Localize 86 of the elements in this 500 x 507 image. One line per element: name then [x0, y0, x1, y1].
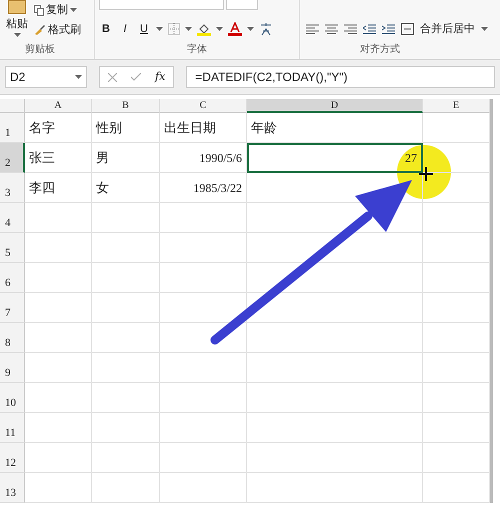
empty-cell: [423, 353, 490, 383]
table-cell: 名字: [25, 113, 92, 143]
merge-icon[interactable]: [401, 23, 414, 35]
empty-cell: [423, 383, 490, 413]
group-label: 对齐方式: [360, 42, 400, 57]
column-header[interactable]: B: [92, 99, 160, 113]
empty-cell: [423, 413, 490, 443]
row-header[interactable]: 2: [0, 143, 25, 173]
formula-field[interactable]: =DATEDIF(C2,TODAY(),"Y"): [186, 66, 495, 88]
underline-button[interactable]: U: [137, 20, 151, 38]
check-icon[interactable]: [131, 73, 141, 81]
bold-button[interactable]: B: [99, 20, 113, 38]
table-cell: 男: [92, 143, 160, 173]
empty-cell: [92, 443, 160, 473]
increase-indent-icon[interactable]: [382, 24, 395, 34]
border-icon[interactable]: [168, 23, 180, 35]
caret-icon[interactable]: [481, 27, 488, 31]
caret-icon[interactable]: [14, 32, 20, 36]
caret-icon[interactable]: [156, 27, 163, 31]
empty-cell: [423, 473, 490, 503]
table-cell: 李四: [25, 173, 92, 203]
row-header[interactable]: 10: [0, 383, 25, 413]
table-cell: 性别: [92, 113, 160, 143]
caret-icon[interactable]: [247, 27, 254, 31]
paste-button[interactable]: 粘贴: [6, 16, 28, 32]
italic-button[interactable]: I: [118, 20, 132, 38]
caret-icon[interactable]: [216, 27, 223, 31]
row-header[interactable]: 6: [0, 263, 25, 293]
decrease-indent-icon[interactable]: [363, 24, 376, 34]
table-cell: 女: [92, 173, 160, 203]
row-header[interactable]: 1: [0, 113, 25, 143]
column-header[interactable]: E: [423, 99, 490, 113]
row-header[interactable]: 9: [0, 353, 25, 383]
empty-cell: [423, 443, 490, 473]
group-label: 字体: [187, 42, 207, 57]
table-cell: 27: [247, 143, 423, 173]
caret-icon[interactable]: [185, 27, 192, 31]
empty-cell: [92, 323, 160, 353]
row-header[interactable]: 3: [0, 173, 25, 203]
table-cell: 1985/3/22: [160, 173, 247, 203]
empty-cell: [92, 413, 160, 443]
crosshair-cursor-icon: [419, 167, 433, 181]
caret-icon[interactable]: [70, 8, 77, 12]
insert-function-button[interactable]: fx: [155, 68, 166, 86]
fill-color-icon[interactable]: [197, 22, 211, 36]
empty-cell: [423, 263, 490, 293]
table-cell: 出生日期: [160, 113, 247, 143]
column-header[interactable]: D: [247, 99, 423, 113]
copy-icon[interactable]: [34, 4, 44, 16]
caret-icon[interactable]: [75, 75, 82, 79]
format-painter-button[interactable]: 格式刷: [48, 22, 81, 38]
column-header[interactable]: C: [160, 99, 247, 113]
table-cell: 1990/5/6: [160, 143, 247, 173]
empty-cell: [92, 383, 160, 413]
align-icon[interactable]: [344, 24, 357, 34]
align-icon[interactable]: [306, 24, 319, 34]
brush-icon[interactable]: [34, 24, 46, 36]
empty-cell: [423, 323, 490, 353]
row-header[interactable]: 7: [0, 293, 25, 323]
empty-cell: [92, 203, 160, 233]
empty-cell: [92, 473, 160, 503]
empty-cell: [92, 353, 160, 383]
copy-button[interactable]: 复制: [46, 2, 68, 18]
empty-cell: [423, 233, 490, 263]
font-size-field[interactable]: [226, 0, 258, 10]
row-header[interactable]: 13: [0, 473, 25, 503]
row-header[interactable]: 8: [0, 323, 25, 353]
row-header[interactable]: 5: [0, 233, 25, 263]
empty-cell: [423, 203, 490, 233]
group-label: 剪贴板: [25, 42, 56, 57]
font-color-icon[interactable]: [228, 22, 242, 36]
column-header[interactable]: A: [25, 99, 92, 113]
row-header[interactable]: 11: [0, 413, 25, 443]
empty-cell: [423, 293, 490, 323]
empty-cell: [92, 293, 160, 323]
empty-cell: [92, 233, 160, 263]
align-icon[interactable]: [325, 24, 338, 34]
font-name-field[interactable]: [99, 0, 224, 10]
name-box[interactable]: D2: [5, 66, 87, 88]
row-header[interactable]: 4: [0, 203, 25, 233]
table-cell: 年龄: [247, 113, 423, 143]
table-cell: 张三: [25, 143, 92, 173]
merge-center-button[interactable]: 合并后居中: [420, 20, 475, 38]
clipboard-icon[interactable]: [8, 0, 26, 14]
row-header[interactable]: 12: [0, 443, 25, 473]
empty-cell: [92, 263, 160, 293]
